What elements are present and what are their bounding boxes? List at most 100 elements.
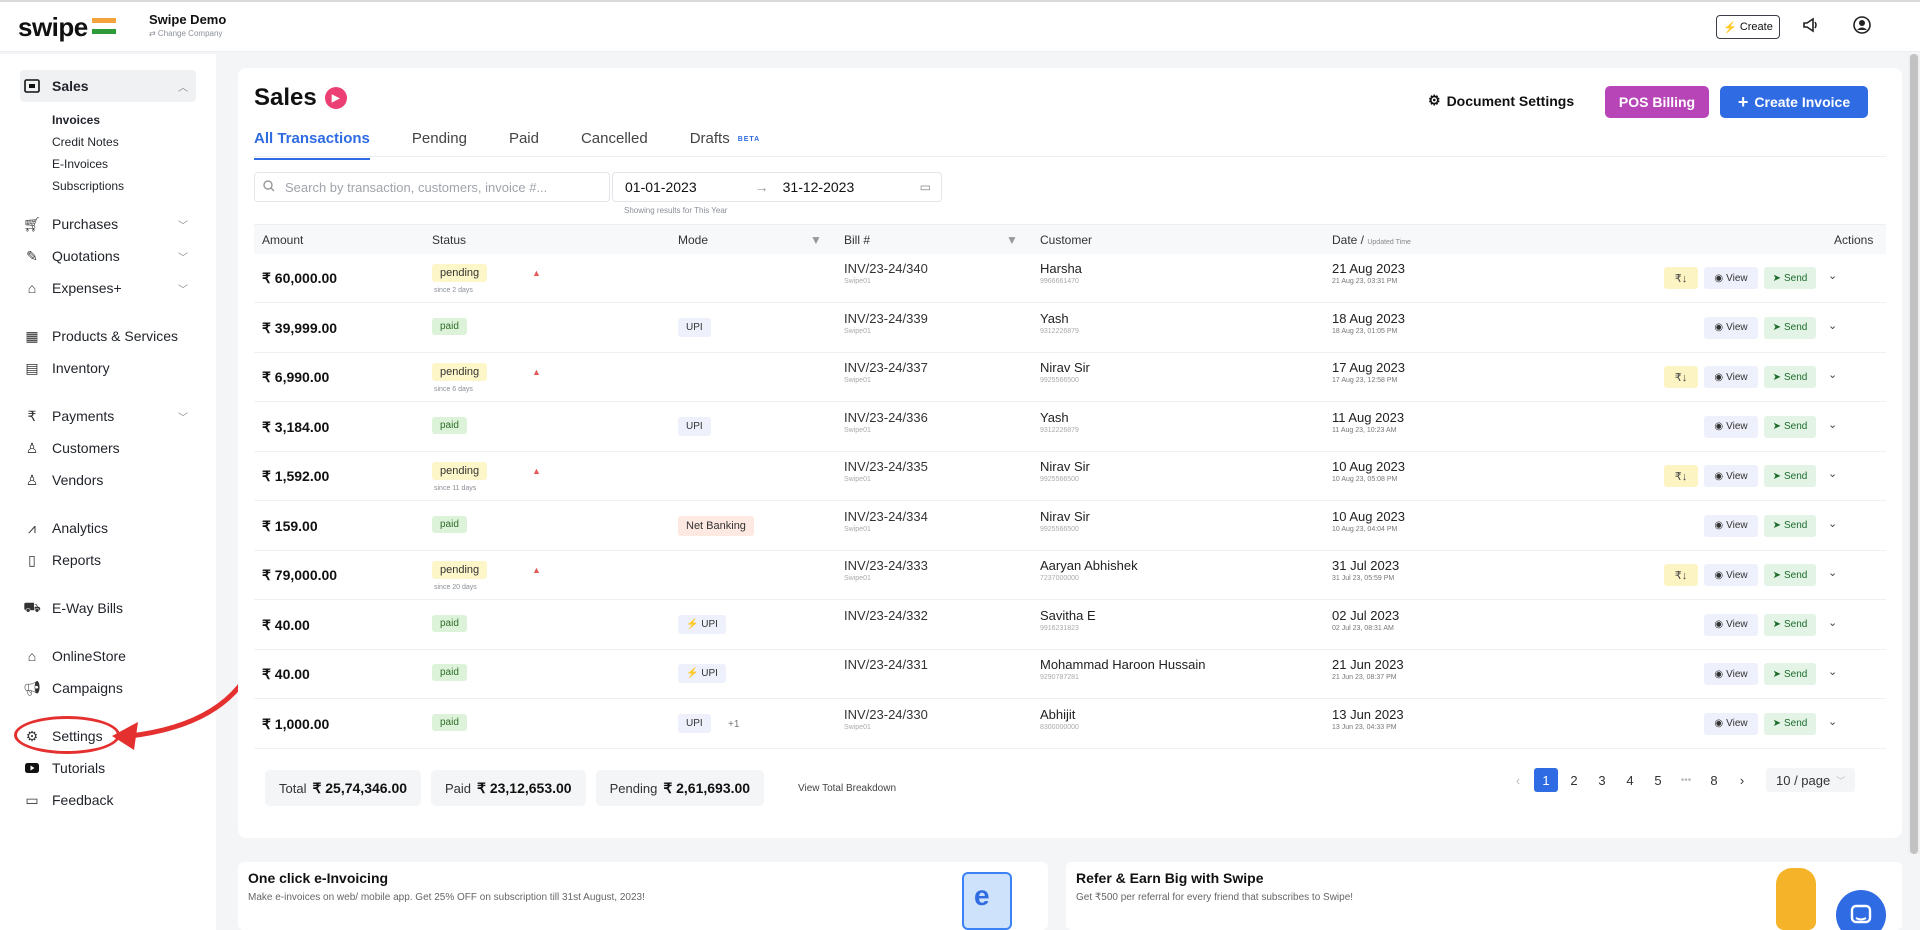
- table-row[interactable]: ₹ 79,000.00 pending ▲ since 20 days INV/23-2…: [254, 551, 1886, 600]
- table-row[interactable]: ₹ 159.00 paid Net Banking INV/23-24/334 Swip…: [254, 502, 1886, 551]
- create-button[interactable]: ⚡ Create: [1716, 15, 1780, 39]
- sidebar-sub-invoices[interactable]: Invoices: [52, 113, 100, 127]
- chevron-down-icon[interactable]: ⌄: [1828, 368, 1837, 381]
- reminder-bell-icon[interactable]: ▲: [532, 466, 541, 476]
- chevron-down-icon[interactable]: ⌄: [1828, 319, 1837, 332]
- customer-name[interactable]: Aaryan Abhishek: [1040, 558, 1138, 573]
- record-payment-button[interactable]: ₹↓: [1664, 564, 1698, 586]
- chevron-down-icon[interactable]: ⌄: [1828, 418, 1837, 431]
- company-switcher[interactable]: Swipe Demo ⇄ Change Company: [149, 12, 226, 38]
- calendar-icon[interactable]: ▭: [920, 180, 931, 194]
- scrollbar-thumb[interactable]: [1910, 54, 1918, 854]
- reminder-bell-icon[interactable]: ▲: [532, 367, 541, 377]
- customer-name[interactable]: Savitha E: [1040, 608, 1096, 623]
- bill-number[interactable]: INV/23-24/335: [844, 459, 928, 474]
- view-button[interactable]: ◉ View: [1704, 712, 1758, 735]
- view-button[interactable]: ◉ View: [1704, 267, 1758, 289]
- send-button[interactable]: ➤ Send: [1764, 663, 1816, 685]
- swipe-logo[interactable]: swipe: [18, 12, 88, 43]
- pos-billing-button[interactable]: POS Billing: [1605, 86, 1709, 118]
- support-chat-icon[interactable]: [1836, 890, 1886, 930]
- customer-name[interactable]: Yash: [1040, 410, 1069, 425]
- page-8[interactable]: 8: [1700, 768, 1728, 792]
- header-bill[interactable]: Bill #: [844, 233, 870, 247]
- sidebar-item-analytics[interactable]: ⩘ Analytics: [22, 516, 108, 540]
- date-from[interactable]: 01-01-2023: [625, 179, 697, 195]
- table-row[interactable]: ₹ 40.00 paid ⚡ UPI INV/23-24/332 Savitha E 99…: [254, 601, 1886, 650]
- sidebar-item-customers[interactable]: ♙ Customers: [22, 436, 120, 460]
- play-video-icon[interactable]: ▶: [324, 87, 347, 109]
- customer-name[interactable]: Yash: [1040, 311, 1069, 326]
- page-2[interactable]: 2: [1560, 768, 1588, 792]
- promo-einvoicing-card[interactable]: One click e-Invoicing Make e-invoices on…: [238, 862, 1048, 930]
- sidebar-sub-credit-notes[interactable]: Credit Notes: [52, 135, 119, 149]
- page-4[interactable]: 4: [1616, 768, 1644, 792]
- reminder-bell-icon[interactable]: ▲: [532, 565, 541, 575]
- sidebar-item-products[interactable]: ▦ Products & Services: [22, 324, 178, 348]
- send-button[interactable]: ➤ Send: [1764, 514, 1816, 537]
- send-button[interactable]: ➤ Send: [1764, 712, 1816, 735]
- view-button[interactable]: ◉ View: [1704, 465, 1758, 487]
- send-button[interactable]: ➤ Send: [1764, 564, 1816, 586]
- view-button[interactable]: ◉ View: [1704, 613, 1758, 636]
- table-row[interactable]: ₹ 1,592.00 pending ▲ since 11 days INV/23-24…: [254, 452, 1886, 501]
- sidebar-item-reports[interactable]: ▯ Reports: [22, 548, 101, 572]
- customer-name[interactable]: Nirav Sir: [1040, 459, 1090, 474]
- sidebar-sales-header[interactable]: Sales: [22, 74, 89, 98]
- view-total-breakdown-link[interactable]: View Total Breakdown: [798, 783, 896, 794]
- date-range-picker[interactable]: 01-01-2023 → 31-12-2023 ▭: [612, 172, 942, 202]
- change-company-link[interactable]: ⇄ Change Company: [149, 29, 226, 38]
- sidebar-item-purchases[interactable]: 🛒︎ Purchases: [22, 212, 118, 236]
- view-button[interactable]: ◉ View: [1704, 316, 1758, 339]
- header-mode[interactable]: Mode: [678, 233, 708, 247]
- bill-number[interactable]: INV/23-24/332: [844, 608, 928, 623]
- page-1[interactable]: 1: [1534, 768, 1558, 792]
- sidebar-item-feedback[interactable]: ▭ Feedback: [22, 788, 113, 812]
- table-row[interactable]: ₹ 3,184.00 paid UPI INV/23-24/336 Swipe01 Yas…: [254, 403, 1886, 452]
- sidebar-sub-subscriptions[interactable]: Subscriptions: [52, 179, 124, 193]
- chevron-down-icon[interactable]: ⌄: [1828, 715, 1837, 728]
- bill-number[interactable]: INV/23-24/340: [844, 261, 928, 276]
- chevron-down-icon[interactable]: ⌄: [1828, 616, 1837, 629]
- sidebar-item-expenses[interactable]: ⌂ Expenses+: [22, 276, 122, 300]
- search-input[interactable]: Search by transaction, customers, invoic…: [254, 172, 610, 202]
- header-customer[interactable]: Customer: [1040, 233, 1092, 247]
- sidebar-item-vendors[interactable]: ♙ Vendors: [22, 468, 104, 492]
- bill-number[interactable]: INV/23-24/330: [844, 707, 928, 722]
- send-button[interactable]: ➤ Send: [1764, 613, 1816, 636]
- account-icon[interactable]: [1851, 14, 1873, 36]
- view-button[interactable]: ◉ View: [1704, 366, 1758, 388]
- view-button[interactable]: ◉ View: [1704, 514, 1758, 537]
- filter-icon[interactable]: ▼: [1006, 233, 1018, 247]
- page-scrollbar[interactable]: [1908, 54, 1920, 854]
- header-amount[interactable]: Amount: [262, 233, 303, 247]
- create-invoice-button[interactable]: + Create Invoice: [1720, 86, 1868, 118]
- view-button[interactable]: ◉ View: [1704, 564, 1758, 586]
- bill-number[interactable]: INV/23-24/334: [844, 509, 928, 524]
- record-payment-button[interactable]: ₹↓: [1664, 267, 1698, 289]
- page-5[interactable]: 5: [1644, 768, 1672, 792]
- filter-icon[interactable]: ▼: [810, 233, 822, 247]
- bill-number[interactable]: INV/23-24/337: [844, 360, 928, 375]
- sidebar-sub-e-invoices[interactable]: E-Invoices: [52, 157, 108, 171]
- bill-number[interactable]: INV/23-24/333: [844, 558, 928, 573]
- sidebar-item-inventory[interactable]: ▤ Inventory: [22, 356, 109, 380]
- page-3[interactable]: 3: [1588, 768, 1616, 792]
- bill-number[interactable]: INV/23-24/331: [844, 657, 928, 672]
- send-button[interactable]: ➤ Send: [1764, 465, 1816, 487]
- header-status[interactable]: Status: [432, 233, 466, 247]
- next-page-icon[interactable]: ›: [1728, 768, 1756, 792]
- document-settings-button[interactable]: ⚙ Document Settings: [1428, 92, 1574, 109]
- chevron-down-icon[interactable]: ⌄: [1828, 269, 1837, 282]
- record-payment-button[interactable]: ₹↓: [1664, 366, 1698, 388]
- sidebar-item-tutorials[interactable]: Tutorials: [22, 756, 105, 780]
- bill-number[interactable]: INV/23-24/336: [844, 410, 928, 425]
- customer-name[interactable]: Harsha: [1040, 261, 1082, 276]
- date-to[interactable]: 31-12-2023: [783, 179, 855, 195]
- customer-name[interactable]: Nirav Sir: [1040, 509, 1090, 524]
- page-ellipsis[interactable]: •••: [1672, 768, 1700, 792]
- send-button[interactable]: ➤ Send: [1764, 267, 1816, 289]
- sidebar-item-payments[interactable]: ₹ Payments: [22, 404, 115, 428]
- table-row[interactable]: ₹ 40.00 paid ⚡ UPI INV/23-24/331 Mohammad Ha…: [254, 650, 1886, 699]
- view-button[interactable]: ◉ View: [1704, 415, 1758, 438]
